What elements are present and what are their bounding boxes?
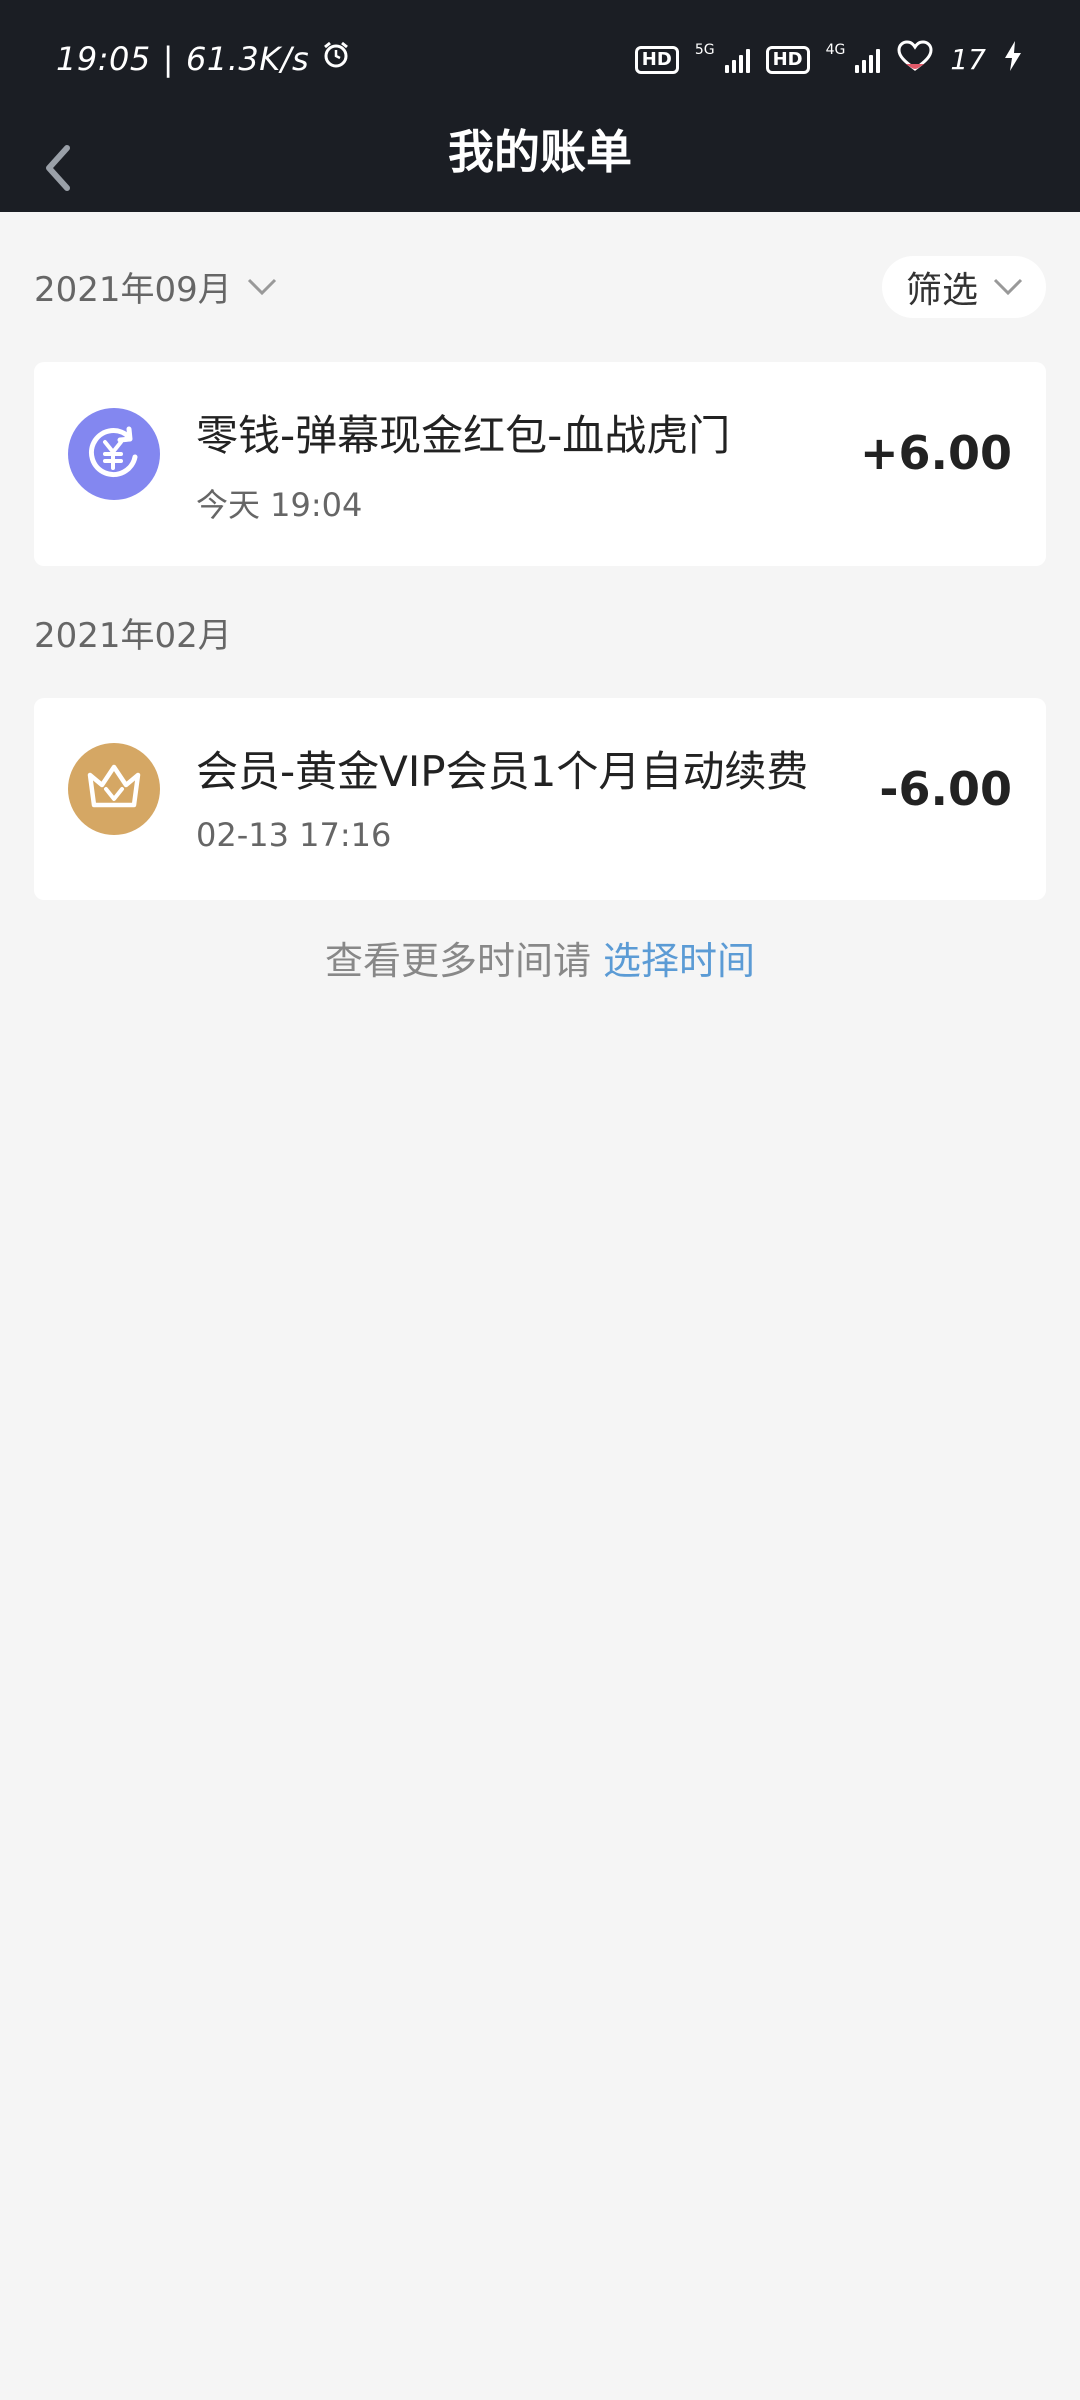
battery-level: 17	[950, 43, 986, 76]
month-label: 2021年02月	[34, 616, 232, 656]
status-left: 19:05 | 61.3K/s	[56, 40, 351, 78]
filter-label: 筛选	[905, 270, 978, 311]
signal-1-label: 5G	[694, 41, 715, 58]
signal-2-icon	[855, 47, 881, 73]
top-bar: 19:05 | 61.3K/s HD 5G HD 4G 17 我的账单	[0, 0, 1080, 212]
filter-button[interactable]: 筛选	[881, 256, 1046, 318]
chevron-down-icon	[247, 278, 276, 295]
alarm-icon	[321, 40, 351, 78]
bill-item[interactable]: 会员-黄金VIP会员1个月自动续费 02-13 17:16 -6.00	[34, 698, 1046, 900]
month-label-2: 2021年02月	[34, 608, 232, 657]
status-bar: 19:05 | 61.3K/s HD 5G HD 4G 17	[0, 0, 1080, 122]
bill-title: 会员-黄金VIP会员1个月自动续费	[196, 747, 809, 796]
chevron-down-icon	[993, 278, 1023, 296]
yuan-refund-icon	[68, 408, 160, 500]
hd-badge-1: HD	[634, 45, 679, 74]
status-time: 19:05	[56, 40, 151, 78]
nav-bar: 我的账单	[0, 122, 1080, 212]
bill-time: 02-13 17:16	[196, 816, 392, 854]
month-label: 2021年09月	[34, 270, 232, 310]
status-separator: |	[162, 40, 174, 78]
network-speed: 61.3K/s	[186, 40, 310, 78]
select-time-link[interactable]: 选择时间	[603, 939, 755, 983]
more-time-hint: 查看更多时间请 选择时间	[0, 930, 1080, 985]
page-title: 我的账单	[448, 125, 632, 179]
bill-amount: -6.00	[879, 762, 1012, 816]
signal-1-icon	[724, 47, 750, 73]
bill-time: 今天 19:04	[196, 486, 363, 524]
heart-icon	[896, 40, 934, 79]
bill-amount: +6.00	[859, 426, 1012, 480]
hd-badge-2: HD	[765, 45, 810, 74]
more-time-prefix: 查看更多时间请	[324, 939, 591, 983]
bill-item[interactable]: 零钱-弹幕现金红包-血战虎门 今天 19:04 +6.00	[34, 362, 1046, 566]
bill-title: 零钱-弹幕现金红包-血战虎门	[196, 411, 731, 460]
month-selector-1[interactable]: 2021年09月	[34, 262, 278, 311]
status-right: HD 5G HD 4G 17	[634, 40, 1024, 79]
signal-2-label: 4G	[825, 41, 846, 58]
charging-icon	[1002, 40, 1024, 79]
crown-vip-icon	[68, 743, 160, 835]
